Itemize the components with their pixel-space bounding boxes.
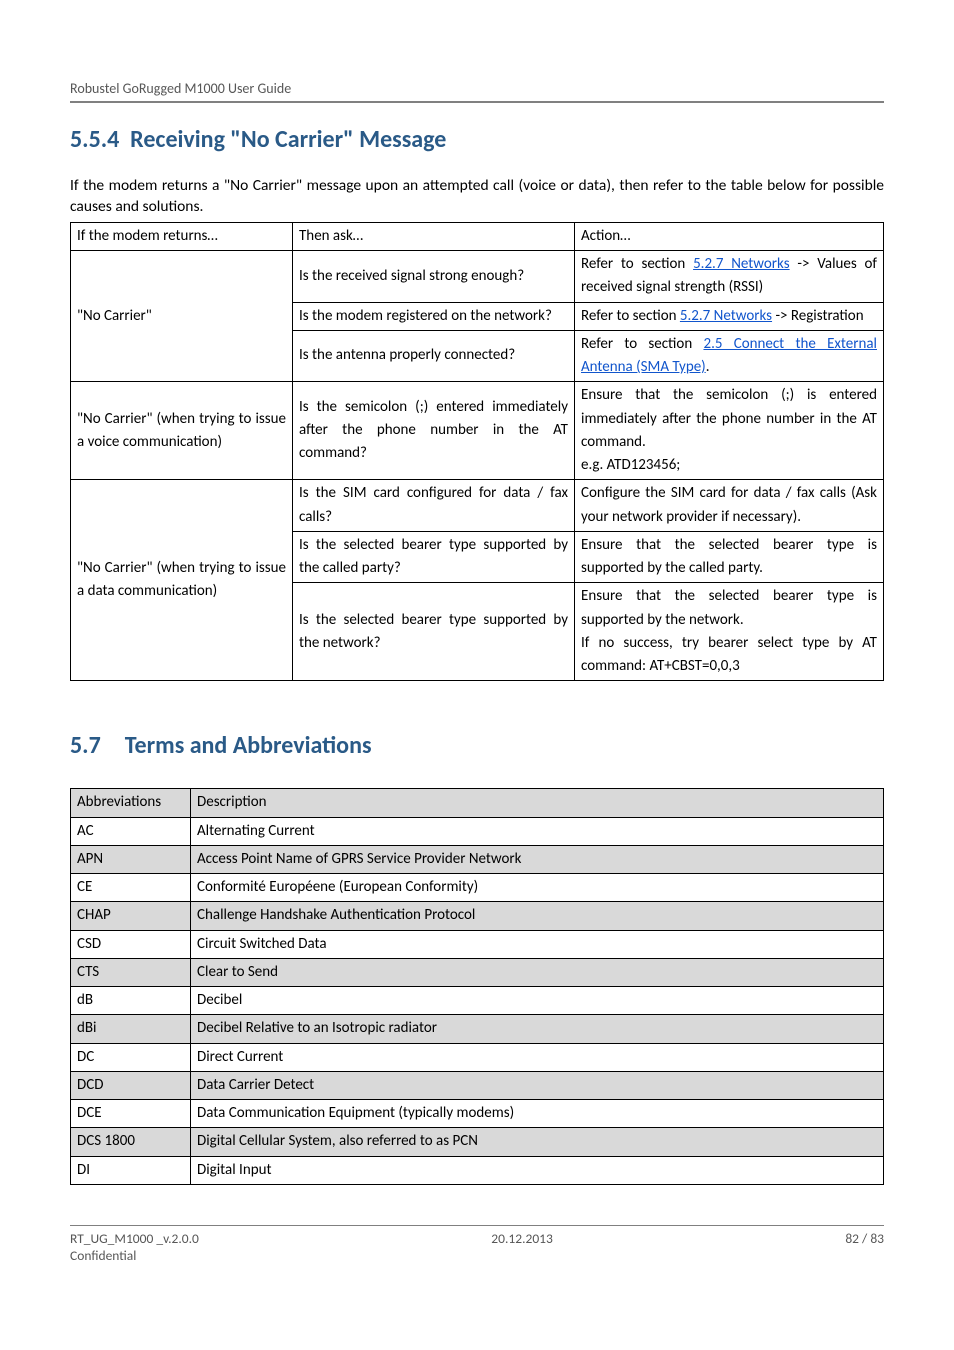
cell-desc: Digital Cellular System, also referred t…	[191, 1128, 884, 1156]
cell-abbr: CSD	[71, 930, 191, 958]
section-num: 5.7	[70, 731, 101, 760]
table-row: Abbreviations Description	[71, 789, 884, 817]
cell-condition: "No Carrier" (when trying to issue a dat…	[71, 480, 293, 681]
cell-abbr: DCD	[71, 1071, 191, 1099]
cell-question: Is the selected bearer type supported by…	[293, 531, 575, 583]
text: -> Registration	[772, 307, 864, 325]
cell-action: Refer to section 2.5 Connect the Externa…	[575, 330, 884, 382]
cell-abbr: APN	[71, 845, 191, 873]
no-carrier-table: If the modem returns… Then ask… Action… …	[70, 222, 884, 682]
cell-action: Ensure that the semicolon (;) is entered…	[575, 382, 884, 480]
table-row: dBDecibel	[71, 987, 884, 1015]
footer-doc-id: RT_UG_M1000 _v.2.0.0	[70, 1230, 199, 1247]
cell-question: Is the selected bearer type supported by…	[293, 583, 575, 681]
cell-abbr: DC	[71, 1043, 191, 1071]
footer-confidential: Confidential	[70, 1247, 199, 1264]
table-row: "No Carrier" Is the received signal stro…	[71, 251, 884, 303]
cell-desc: Conformité Européene (European Conformit…	[191, 874, 884, 902]
cell-desc: Circuit Switched Data	[191, 930, 884, 958]
page-footer: RT_UG_M1000 _v.2.0.0 Confidential 20.12.…	[70, 1230, 884, 1264]
link-networks[interactable]: 5.2.7 Networks	[680, 307, 772, 325]
text: .	[706, 358, 710, 376]
cell-abbr: AC	[71, 817, 191, 845]
cell-desc: Access Point Name of GPRS Service Provid…	[191, 845, 884, 873]
text: Refer to section	[581, 255, 693, 273]
table-row: DCEData Communication Equipment (typical…	[71, 1100, 884, 1128]
section-num: 5.5.4	[70, 125, 119, 154]
col-header: If the modem returns…	[71, 222, 293, 250]
header-title: Robustel GoRugged M1000 User Guide	[70, 80, 291, 97]
page-header: Robustel GoRugged M1000 User Guide	[70, 80, 884, 97]
link-networks[interactable]: 5.2.7 Networks	[693, 255, 790, 273]
cell-desc: Digital Input	[191, 1156, 884, 1184]
table-row: "No Carrier" (when trying to issue a dat…	[71, 480, 884, 532]
cell-question: Is the modem registered on the network?	[293, 302, 575, 330]
cell-question: Is the SIM card configured for data / fa…	[293, 480, 575, 532]
cell-question: Is the antenna properly connected?	[293, 330, 575, 382]
col-header: Then ask…	[293, 222, 575, 250]
footer-page: 82 / 83	[845, 1230, 884, 1264]
col-header: Abbreviations	[71, 789, 191, 817]
table-row: CHAPChallenge Handshake Authentication P…	[71, 902, 884, 930]
cell-desc: Alternating Current	[191, 817, 884, 845]
table-row: "No Carrier" (when trying to issue a voi…	[71, 382, 884, 480]
cell-desc: Decibel Relative to an Isotropic radiato…	[191, 1015, 884, 1043]
cell-desc: Challenge Handshake Authentication Proto…	[191, 902, 884, 930]
col-header: Action…	[575, 222, 884, 250]
cell-question: Is the semicolon (;) entered immediately…	[293, 382, 575, 480]
cell-abbr: CHAP	[71, 902, 191, 930]
cell-abbr: dBi	[71, 1015, 191, 1043]
cell-desc: Direct Current	[191, 1043, 884, 1071]
table-row: DCDirect Current	[71, 1043, 884, 1071]
cell-abbr: dB	[71, 987, 191, 1015]
cell-condition: "No Carrier"	[71, 251, 293, 382]
cell-desc: Data Communication Equipment (typically …	[191, 1100, 884, 1128]
table-row: APNAccess Point Name of GPRS Service Pro…	[71, 845, 884, 873]
section-5-5-4-intro: If the modem returns a "No Carrier" mess…	[70, 176, 884, 218]
cell-abbr: DI	[71, 1156, 191, 1184]
cell-desc: Decibel	[191, 987, 884, 1015]
cell-action: Configure the SIM card for data / fax ca…	[575, 480, 884, 532]
cell-action: Refer to section 5.2.7 Networks -> Value…	[575, 251, 884, 303]
table-row: CSDCircuit Switched Data	[71, 930, 884, 958]
table-row: DIDigital Input	[71, 1156, 884, 1184]
cell-action: Refer to section 5.2.7 Networks -> Regis…	[575, 302, 884, 330]
footer-rule	[70, 1225, 884, 1226]
section-5-5-4-heading: 5.5.4 Receiving "No Carrier" Message	[70, 125, 884, 154]
cell-condition: "No Carrier" (when trying to issue a voi…	[71, 382, 293, 480]
abbreviations-table: Abbreviations Description ACAlternating …	[70, 788, 884, 1185]
table-row: CEConformité Européene (European Conform…	[71, 874, 884, 902]
footer-date: 20.12.2013	[491, 1230, 553, 1264]
cell-abbr: CE	[71, 874, 191, 902]
header-rule	[70, 101, 884, 103]
text: Refer to section	[581, 307, 680, 325]
cell-abbr: DCE	[71, 1100, 191, 1128]
cell-desc: Clear to Send	[191, 958, 884, 986]
cell-abbr: CTS	[71, 958, 191, 986]
text: Refer to section	[581, 335, 703, 353]
table-row: ACAlternating Current	[71, 817, 884, 845]
cell-action: Ensure that the selected bearer type is …	[575, 531, 884, 583]
table-row: If the modem returns… Then ask… Action…	[71, 222, 884, 250]
table-row: DCS 1800Digital Cellular System, also re…	[71, 1128, 884, 1156]
section-title: Receiving "No Carrier" Message	[130, 125, 446, 154]
cell-abbr: DCS 1800	[71, 1128, 191, 1156]
cell-action: Ensure that the selected bearer type is …	[575, 583, 884, 681]
table-row: CTSClear to Send	[71, 958, 884, 986]
table-row: DCDData Carrier Detect	[71, 1071, 884, 1099]
section-title: Terms and Abbreviations	[125, 731, 372, 760]
table-row: dBiDecibel Relative to an Isotropic radi…	[71, 1015, 884, 1043]
section-5-7-heading: 5.7 Terms and Abbreviations	[70, 731, 884, 760]
cell-desc: Data Carrier Detect	[191, 1071, 884, 1099]
cell-question: Is the received signal strong enough?	[293, 251, 575, 303]
col-header: Description	[191, 789, 884, 817]
